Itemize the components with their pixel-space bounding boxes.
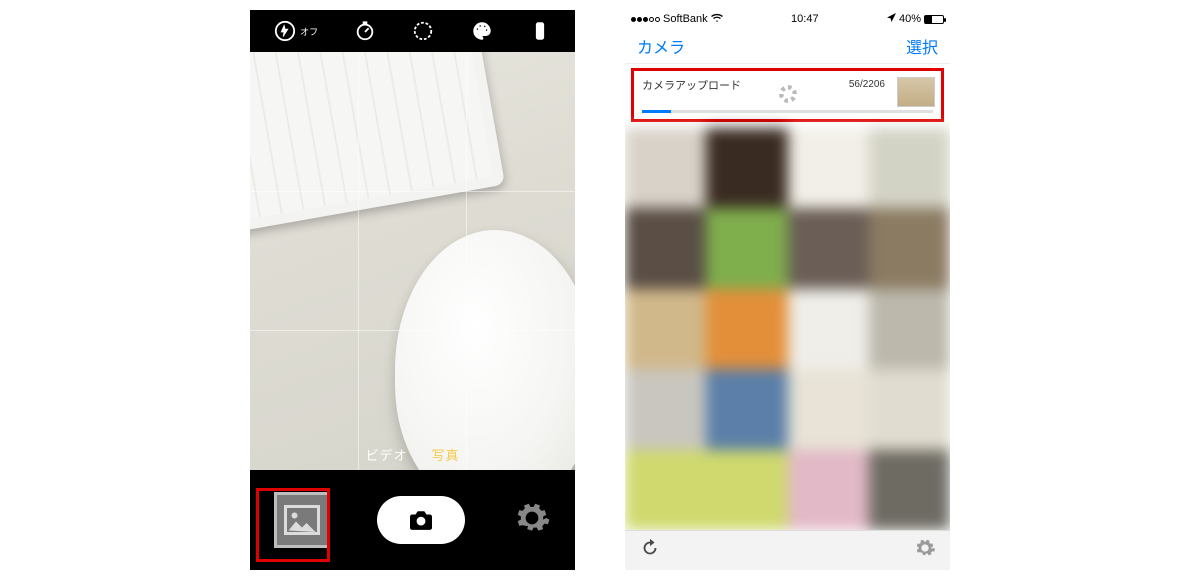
ios-status-bar: SoftBank 10:47 40%	[625, 10, 950, 28]
camera-app-screen: オフ ビデオ 写真	[250, 10, 575, 570]
photo-thumbnail[interactable]	[788, 369, 869, 449]
photo-thumbnail[interactable]	[706, 369, 787, 449]
location-icon	[887, 13, 896, 25]
carrier-label: SoftBank	[663, 13, 708, 25]
wifi-icon	[711, 13, 723, 26]
refresh-button[interactable]	[639, 537, 661, 564]
camera-viewfinder[interactable]: ビデオ 写真	[250, 52, 575, 470]
flash-off-icon	[274, 20, 296, 42]
refresh-icon	[639, 537, 661, 559]
viewfinder-subject-mouse	[395, 230, 575, 470]
timer-button[interactable]	[354, 20, 376, 42]
switch-camera-button[interactable]	[529, 20, 551, 42]
picture-icon	[284, 505, 320, 535]
mode-photo[interactable]: 写真	[432, 445, 460, 464]
photo-thumbnail[interactable]	[625, 208, 706, 288]
shutter-button[interactable]	[377, 496, 465, 544]
mode-video[interactable]: ビデオ	[365, 445, 407, 464]
flash-state-label: オフ	[300, 25, 318, 38]
photo-thumbnail[interactable]	[625, 289, 706, 369]
gear-icon	[513, 499, 551, 537]
viewfinder-subject-keyboard	[250, 52, 505, 237]
photo-thumbnail[interactable]	[788, 128, 869, 208]
battery-icon	[924, 15, 944, 24]
upload-progress-bar	[642, 110, 933, 113]
nav-select-button[interactable]: 選択	[906, 34, 938, 58]
photo-thumbnail[interactable]	[869, 208, 950, 288]
camera-top-toolbar: オフ	[250, 10, 575, 52]
timer-icon	[354, 20, 376, 42]
photo-thumbnail[interactable]	[869, 128, 950, 208]
camera-upload-panel[interactable]: カメラアップロード 56/2206	[631, 68, 944, 122]
photo-thumbnail[interactable]	[869, 450, 950, 530]
aperture-icon	[412, 20, 434, 42]
photo-thumbnail[interactable]	[869, 289, 950, 369]
nav-back-button[interactable]: カメラ	[637, 34, 685, 58]
photo-thumbnail[interactable]	[706, 450, 787, 530]
flash-toggle[interactable]: オフ	[274, 20, 318, 42]
photo-thumbnail[interactable]	[625, 369, 706, 449]
photo-thumbnail[interactable]	[788, 450, 869, 530]
palette-icon	[471, 20, 493, 42]
photo-thumbnail[interactable]	[788, 289, 869, 369]
settings-button[interactable]	[914, 537, 936, 564]
photo-thumbnail[interactable]	[706, 128, 787, 208]
camera-settings-button[interactable]	[513, 499, 551, 542]
nav-bar: カメラ 選択	[625, 28, 950, 64]
phone-icon	[529, 20, 551, 42]
clock: 10:47	[791, 13, 819, 25]
camera-icon	[407, 509, 435, 531]
aperture-button[interactable]	[412, 20, 434, 42]
upload-count: 56/2206	[849, 79, 885, 90]
battery-pct: 40%	[899, 13, 921, 25]
camera-bottom-toolbar	[250, 470, 575, 570]
photo-thumbnail[interactable]	[706, 208, 787, 288]
upload-gallery-screen: SoftBank 10:47 40% カメラ 選択 カメラアップロード 56/2…	[625, 10, 950, 570]
photo-thumbnail[interactable]	[706, 289, 787, 369]
photo-thumbnail[interactable]	[788, 208, 869, 288]
upload-current-thumbnail	[897, 77, 935, 107]
signal-dots-icon	[631, 17, 660, 22]
photo-grid[interactable]	[625, 128, 950, 530]
photo-thumbnail[interactable]	[625, 450, 706, 530]
filters-button[interactable]	[471, 20, 493, 42]
gallery-thumbnail-button[interactable]	[274, 492, 330, 548]
loading-spinner-icon	[779, 85, 797, 103]
photo-thumbnail[interactable]	[625, 128, 706, 208]
gear-icon	[914, 537, 936, 559]
capture-mode-selector[interactable]: ビデオ 写真	[250, 441, 575, 470]
bottom-toolbar	[625, 530, 950, 570]
photo-thumbnail[interactable]	[869, 369, 950, 449]
